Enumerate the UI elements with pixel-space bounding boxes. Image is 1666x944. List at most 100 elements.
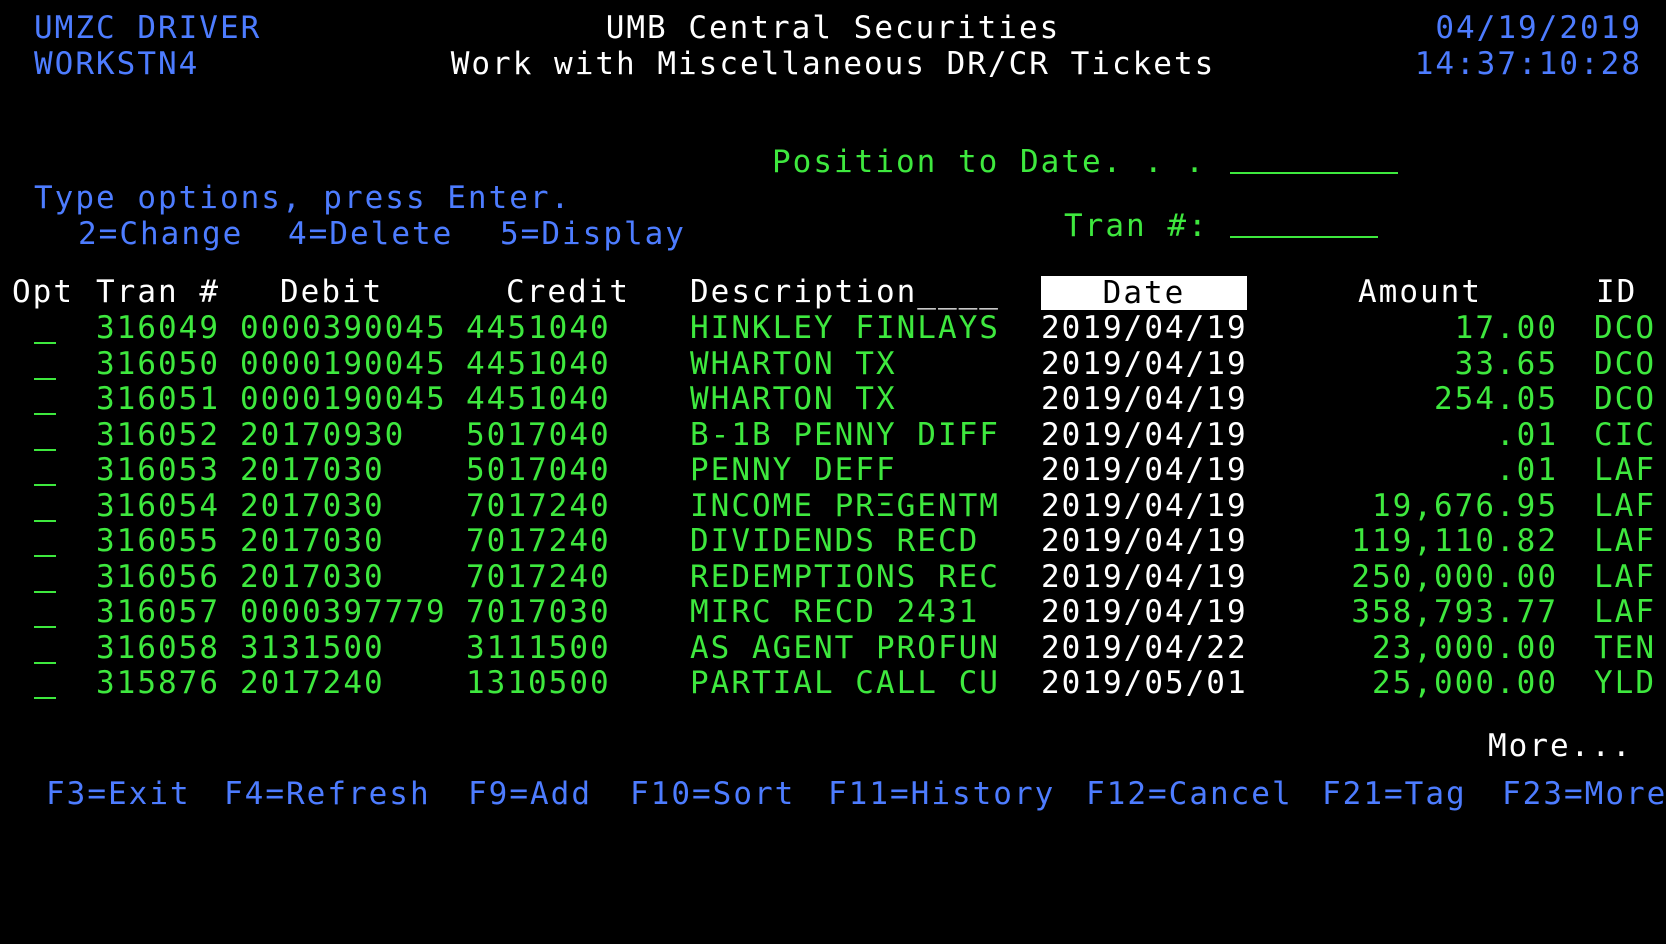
cell-date: 2019/04/19 [1041,487,1248,524]
cell-id: LAF [1594,594,1656,630]
cell-credit: 7017030 [466,594,611,630]
cell-amount: 119,110.82 [1351,523,1558,559]
function-key-f9[interactable]: F9=Add [468,776,592,812]
cell-credit: 5017040 [466,452,611,488]
function-key-f3[interactable]: F3=Exit [46,776,191,812]
cell-debit: 2017240 [240,665,385,701]
cell-date: 2019/04/19 [1041,345,1248,382]
cell-description: DIVIDENDS RECD [690,523,980,559]
col-header-credit: Credit [506,274,630,310]
option-delete: 4=Delete [288,216,454,252]
cell-tran: 316058 [96,629,220,666]
position-to-date-input[interactable] [1230,142,1398,174]
row-option-input[interactable] [34,525,56,557]
row-option-input[interactable] [34,596,56,628]
tran-filter-label: Tran #: [1064,208,1209,244]
cell-description: INCOME PRΞGENTM [690,487,1000,524]
more-indicator: More... [1488,728,1633,764]
cell-credit: 3111500 [466,629,611,666]
option-change: 2=Change [78,216,244,252]
cell-description: PARTIAL CALL CU [690,665,1000,701]
cell-amount: 254.05 [1434,381,1558,417]
cell-description: AS AGENT PROFUN [690,629,1000,666]
cell-tran: 316051 [96,381,220,417]
row-option-input[interactable] [34,560,56,593]
cell-amount: 33.65 [1454,345,1558,382]
row-option-input[interactable] [34,489,56,522]
cell-date: 2019/04/19 [1041,594,1248,630]
cell-tran: 316057 [96,594,220,630]
cell-description: PENNY DEFF [690,452,897,488]
tran-filter-input[interactable] [1230,206,1378,238]
cell-id: YLD [1594,665,1656,701]
system-time: 14:37:10:28 [1414,46,1642,82]
cell-tran: 315876 [96,665,220,701]
col-header-amount: Amount [1358,274,1482,310]
system-title: UMB Central Securities [605,10,1061,46]
cell-description: MIRC RECD 2431 [690,594,980,630]
cell-description: WHARTON TX [690,381,897,417]
position-to-date-label: Position to Date. . . [772,144,1206,180]
cell-credit: 1310500 [466,665,611,701]
cell-amount: .01 [1496,452,1558,488]
cell-id: DCO [1594,310,1656,346]
cell-id: CIC [1594,416,1656,453]
workstation-id: WORKSTN4 [34,46,200,82]
row-option-input[interactable] [34,347,56,380]
function-key-f23[interactable]: F23=More [1502,776,1666,812]
col-header-id: ID [1596,274,1638,310]
option-display: 5=Display [500,216,686,252]
col-header-tran: Tran # [96,274,220,310]
row-option-input[interactable] [34,383,56,415]
cell-credit: 4451040 [466,310,611,346]
cell-amount: 23,000.00 [1372,629,1558,666]
user-name: UMZC DRIVER [34,10,262,46]
cell-credit: 7017240 [466,487,611,524]
cell-tran: 316049 [96,310,220,346]
cell-date: 2019/04/19 [1041,452,1248,488]
cell-debit: 2017030 [240,558,385,595]
cell-tran: 316052 [96,416,220,453]
row-option-input[interactable] [34,631,56,664]
cell-id: LAF [1594,523,1656,559]
row-option-input[interactable] [34,667,56,699]
cell-id: LAF [1594,558,1656,595]
cell-debit: 0000397779 [240,594,447,630]
function-key-f11[interactable]: F11=History [828,776,1055,812]
function-key-f4[interactable]: F4=Refresh [224,776,431,812]
cell-date: 2019/04/22 [1041,629,1248,666]
row-option-input[interactable] [34,454,56,486]
col-header-debit: Debit [280,274,384,310]
cell-description: B-1B PENNY DIFF [690,416,1000,453]
cell-debit: 2017030 [240,487,385,524]
cell-amount: 25,000.00 [1372,665,1558,701]
function-key-f10[interactable]: F10=Sort [630,776,795,812]
cell-tran: 316056 [96,558,220,595]
cell-date: 2019/04/19 [1041,558,1248,595]
terminal-screen: UMZC DRIVER WORKSTN4 UMB Central Securit… [0,0,1666,944]
function-key-f12[interactable]: F12=Cancel [1086,776,1293,812]
cell-debit: 0000190045 [240,381,447,417]
col-header-date[interactable]: Date [1041,276,1247,310]
cell-tran: 316054 [96,487,220,524]
cell-credit: 7017240 [466,558,611,595]
cell-id: LAF [1594,487,1656,524]
row-option-input[interactable] [34,418,56,451]
cell-tran: 316055 [96,523,220,559]
cell-debit: 20170930 [240,416,406,453]
cell-debit: 2017030 [240,452,385,488]
row-option-input[interactable] [34,312,56,344]
cell-tran: 316053 [96,452,220,488]
function-key-f21[interactable]: F21=Tag [1322,776,1467,812]
cell-date: 2019/04/19 [1041,310,1248,346]
system-date: 04/19/2019 [1435,10,1642,46]
cell-credit: 4451040 [466,381,611,417]
screen-title: Work with Miscellaneous DR/CR Tickets [450,46,1216,82]
cell-debit: 3131500 [240,629,385,666]
cell-amount: 19,676.95 [1372,487,1558,524]
cell-amount: .01 [1496,416,1558,453]
cell-date: 2019/04/19 [1041,523,1248,559]
cell-debit: 0000390045 [240,310,447,346]
cell-date: 2019/05/01 [1041,665,1248,701]
cell-date: 2019/04/19 [1041,416,1248,453]
